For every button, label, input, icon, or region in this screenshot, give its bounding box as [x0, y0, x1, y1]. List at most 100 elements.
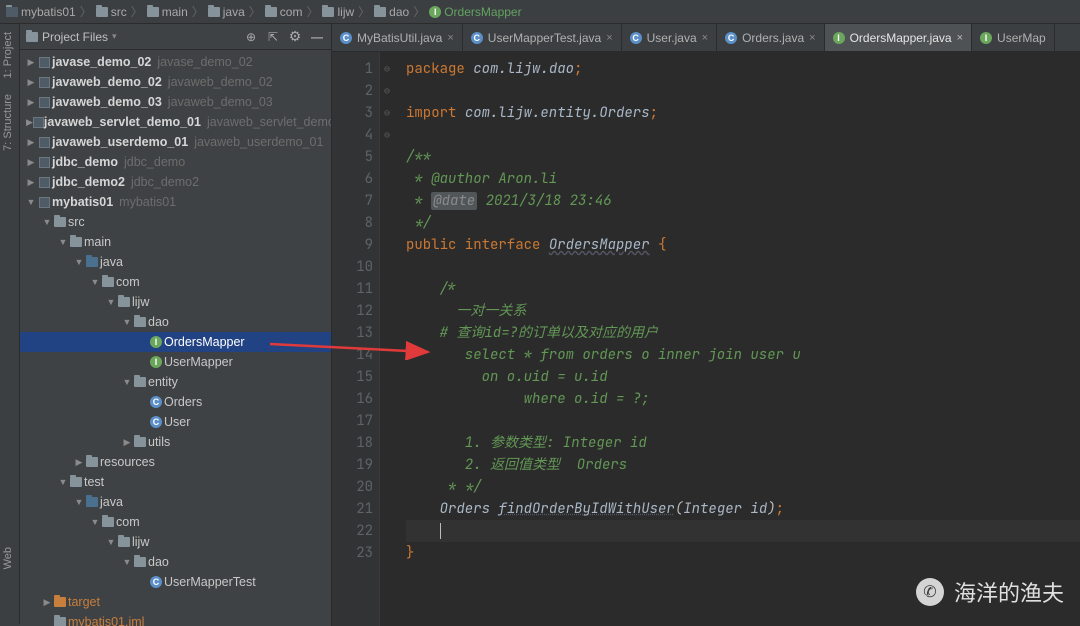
code-line-4[interactable]: [406, 124, 1080, 146]
code-line-20[interactable]: * */: [406, 476, 1080, 498]
expand-arrow-icon[interactable]: ▼: [26, 197, 36, 207]
expand-arrow-icon[interactable]: ▼: [106, 537, 116, 547]
tree-item-orders[interactable]: COrders: [20, 392, 331, 412]
editor-tab-ordersmapper-java[interactable]: IOrdersMapper.java×: [825, 24, 972, 51]
breadcrumb-item[interactable]: IOrdersMapper: [429, 5, 521, 19]
code-line-16[interactable]: where o.id = ?;: [406, 388, 1080, 410]
breadcrumb-item[interactable]: mybatis01: [6, 5, 76, 19]
fold-column[interactable]: ⊖⊖⊖⊖: [380, 52, 394, 626]
expand-arrow-icon[interactable]: ▶: [26, 117, 33, 128]
code-line-22[interactable]: [406, 520, 1080, 542]
code-line-15[interactable]: on o.uid = u.id: [406, 366, 1080, 388]
expand-arrow-icon[interactable]: ▶: [122, 437, 132, 448]
hide-icon[interactable]: —: [309, 29, 325, 45]
expand-arrow-icon[interactable]: ▼: [90, 517, 100, 527]
tree-item-ordersmapper[interactable]: IOrdersMapper: [20, 332, 331, 352]
expand-arrow-icon[interactable]: ▶: [42, 597, 52, 608]
expand-arrow-icon[interactable]: ▶: [26, 177, 36, 188]
code-line-14[interactable]: select * from orders o inner join user u: [406, 344, 1080, 366]
tree-item-java[interactable]: ▼java: [20, 492, 331, 512]
expand-arrow-icon[interactable]: ▼: [58, 477, 68, 487]
tree-item-com[interactable]: ▼com: [20, 512, 331, 532]
code-line-12[interactable]: 一对一关系: [406, 300, 1080, 322]
code-line-18[interactable]: 1. 参数类型: Integer id: [406, 432, 1080, 454]
code-line-10[interactable]: [406, 256, 1080, 278]
close-icon[interactable]: ×: [447, 32, 453, 44]
editor-tab-usermap[interactable]: IUserMap: [972, 24, 1055, 51]
tree-item-entity[interactable]: ▼entity: [20, 372, 331, 392]
expand-arrow-icon[interactable]: ▼: [122, 317, 132, 327]
tree-item-mybatis01-iml[interactable]: mybatis01.iml: [20, 612, 331, 626]
expand-arrow-icon[interactable]: ▼: [74, 257, 84, 267]
code-line-23[interactable]: }: [406, 542, 1080, 564]
editor-tab-mybatisutil-java[interactable]: CMyBatisUtil.java×: [332, 24, 463, 51]
expand-arrow-icon[interactable]: ▼: [42, 217, 52, 227]
toolwindow-tab-project[interactable]: 1: Project: [0, 24, 16, 86]
tree-item-javaweb-userdemo-01[interactable]: ▶javaweb_userdemo_01javaweb_userdemo_01: [20, 132, 331, 152]
code-line-13[interactable]: # 查询id=?的订单以及对应的用户: [406, 322, 1080, 344]
tree-item-utils[interactable]: ▶utils: [20, 432, 331, 452]
code-line-19[interactable]: 2. 返回值类型 Orders: [406, 454, 1080, 476]
code-line-5[interactable]: /**: [406, 146, 1080, 168]
code-line-7[interactable]: * @date 2021/3/18 23:46: [406, 190, 1080, 212]
tree-item-user[interactable]: CUser: [20, 412, 331, 432]
tree-item-javaweb-demo-03[interactable]: ▶javaweb_demo_03javaweb_demo_03: [20, 92, 331, 112]
close-icon[interactable]: ×: [957, 32, 963, 44]
expand-arrow-icon[interactable]: ▼: [122, 557, 132, 567]
close-icon[interactable]: ×: [606, 32, 612, 44]
code-line-9[interactable]: public interface OrdersMapper {: [406, 234, 1080, 256]
tree-item-dao[interactable]: ▼dao: [20, 552, 331, 572]
code-line-11[interactable]: /*: [406, 278, 1080, 300]
expand-arrow-icon[interactable]: ▶: [26, 77, 36, 88]
code-content[interactable]: package com.lijw.dao; import com.lijw.en…: [394, 52, 1080, 626]
editor-tab-user-java[interactable]: CUser.java×: [622, 24, 717, 51]
toolwindow-tab-web[interactable]: Web: [0, 539, 16, 577]
tree-item-jdbc-demo[interactable]: ▶jdbc_demojdbc_demo: [20, 152, 331, 172]
tree-item-javaweb-demo-02[interactable]: ▶javaweb_demo_02javaweb_demo_02: [20, 72, 331, 92]
tree-item-mybatis01[interactable]: ▼mybatis01mybatis01: [20, 192, 331, 212]
toolwindow-tab-structure[interactable]: 7: Structure: [0, 86, 16, 159]
tree-item-target[interactable]: ▶target: [20, 592, 331, 612]
tree-item-usermapper[interactable]: IUserMapper: [20, 352, 331, 372]
breadcrumb[interactable]: mybatis01〉src〉main〉java〉com〉lijw〉dao〉IOr…: [0, 0, 1080, 24]
expand-arrow-icon[interactable]: ▶: [26, 97, 36, 108]
tree-item-usermappertest[interactable]: CUserMapperTest: [20, 572, 331, 592]
expand-arrow-icon[interactable]: ▶: [74, 457, 84, 468]
tree-item-main[interactable]: ▼main: [20, 232, 331, 252]
expand-arrow-icon[interactable]: ▼: [58, 237, 68, 247]
code-line-8[interactable]: */: [406, 212, 1080, 234]
breadcrumb-item[interactable]: lijw: [322, 5, 354, 19]
collapse-icon[interactable]: ⇱: [265, 29, 281, 45]
tree-item-javase-demo-02[interactable]: ▶javase_demo_02javase_demo_02: [20, 52, 331, 72]
code-line-1[interactable]: package com.lijw.dao;: [406, 58, 1080, 80]
project-view-selector[interactable]: Project Files ▾: [26, 30, 237, 44]
tree-item-jdbc-demo2[interactable]: ▶jdbc_demo2jdbc_demo2: [20, 172, 331, 192]
tree-item-lijw[interactable]: ▼lijw: [20, 532, 331, 552]
expand-arrow-icon[interactable]: ▼: [106, 297, 116, 307]
tree-item-test[interactable]: ▼test: [20, 472, 331, 492]
close-icon[interactable]: ×: [809, 32, 815, 44]
tree-item-src[interactable]: ▼src: [20, 212, 331, 232]
tree-item-lijw[interactable]: ▼lijw: [20, 292, 331, 312]
tree-item-com[interactable]: ▼com: [20, 272, 331, 292]
breadcrumb-item[interactable]: com: [265, 5, 303, 19]
expand-arrow-icon[interactable]: ▶: [26, 157, 36, 168]
breadcrumb-item[interactable]: java: [208, 5, 245, 19]
code-editor[interactable]: 1234567891011121314151617181920212223 ⊖⊖…: [332, 52, 1080, 626]
code-line-3[interactable]: import com.lijw.entity.Orders;: [406, 102, 1080, 124]
code-line-2[interactable]: [406, 80, 1080, 102]
code-line-21[interactable]: Orders findOrderByIdWithUser(Integer id)…: [406, 498, 1080, 520]
breadcrumb-item[interactable]: src: [96, 5, 127, 19]
locate-icon[interactable]: ⊕: [243, 29, 259, 45]
close-icon[interactable]: ×: [702, 32, 708, 44]
tree-item-resources[interactable]: ▶resources: [20, 452, 331, 472]
editor-tab-usermappertest-java[interactable]: CUserMapperTest.java×: [463, 24, 622, 51]
breadcrumb-item[interactable]: main: [147, 5, 188, 19]
gear-icon[interactable]: ⚙: [287, 29, 303, 45]
expand-arrow-icon[interactable]: ▼: [90, 277, 100, 287]
project-tree[interactable]: ▶javase_demo_02javase_demo_02▶javaweb_de…: [20, 50, 331, 626]
expand-arrow-icon[interactable]: ▼: [74, 497, 84, 507]
tree-item-dao[interactable]: ▼dao: [20, 312, 331, 332]
expand-arrow-icon[interactable]: ▶: [26, 137, 36, 148]
code-line-17[interactable]: [406, 410, 1080, 432]
